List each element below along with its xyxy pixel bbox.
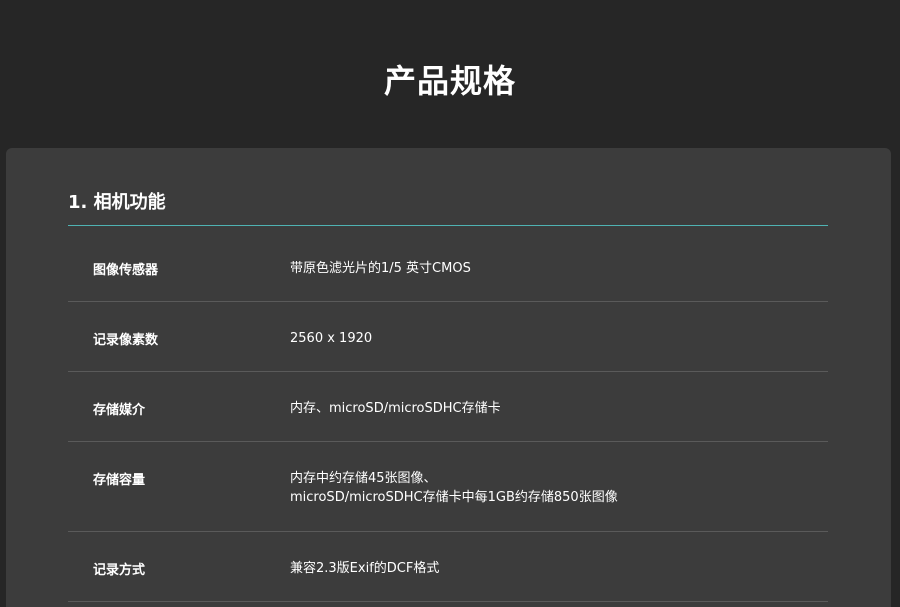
page: 产品规格 1. 相机功能 图像传感器 带原色滤光片的1/5 英寸CMOS 记录像… bbox=[0, 0, 900, 607]
spec-label: 图像传感器 bbox=[93, 263, 159, 278]
spec-row-recording-format: 记录方式 兼容2.3版Exif的DCF格式 bbox=[68, 532, 828, 602]
spec-label: 存储媒介 bbox=[93, 403, 146, 418]
spec-label: 记录方式 bbox=[93, 563, 146, 578]
spec-value-line: 内存中约存储45张图像、 bbox=[290, 471, 437, 486]
spec-value-line: microSD/microSDHC存储卡中每1GB约存储850张图像 bbox=[290, 490, 618, 505]
spec-label: 记录像素数 bbox=[93, 333, 159, 348]
spec-value-line: 内存、microSD/microSDHC存储卡 bbox=[290, 401, 501, 416]
spec-value: 2560 x 1920 bbox=[290, 329, 828, 371]
spec-row-storage-media: 存储媒介 内存、microSD/microSDHC存储卡 bbox=[68, 372, 828, 442]
spec-value: 带原色滤光片的1/5 英寸CMOS bbox=[290, 259, 828, 301]
spec-value: 内存、microSD/microSDHC存储卡 bbox=[290, 399, 828, 441]
spec-row-recording-pixels: 记录像素数 2560 x 1920 bbox=[68, 302, 828, 372]
spec-card: 1. 相机功能 图像传感器 带原色滤光片的1/5 英寸CMOS 记录像素数 25… bbox=[6, 148, 891, 607]
spec-value: 内存中约存储45张图像、 microSD/microSDHC存储卡中每1GB约存… bbox=[290, 469, 828, 531]
spec-row-storage-capacity: 存储容量 内存中约存储45张图像、 microSD/microSDHC存储卡中每… bbox=[68, 442, 828, 532]
spec-row-image-sensor: 图像传感器 带原色滤光片的1/5 英寸CMOS bbox=[68, 226, 828, 302]
spec-label: 存储容量 bbox=[93, 473, 146, 488]
spec-value: 兼容2.3版Exif的DCF格式 bbox=[290, 559, 828, 601]
spec-value-line: 带原色滤光片的1/5 英寸CMOS bbox=[290, 261, 471, 276]
page-title: 产品规格 bbox=[383, 62, 516, 100]
section-title: 1. 相机功能 bbox=[68, 192, 166, 213]
spec-value-line: 兼容2.3版Exif的DCF格式 bbox=[290, 561, 440, 576]
spec-table: 图像传感器 带原色滤光片的1/5 英寸CMOS 记录像素数 2560 x 192… bbox=[68, 226, 828, 602]
spec-value-line: 2560 x 1920 bbox=[290, 331, 373, 346]
